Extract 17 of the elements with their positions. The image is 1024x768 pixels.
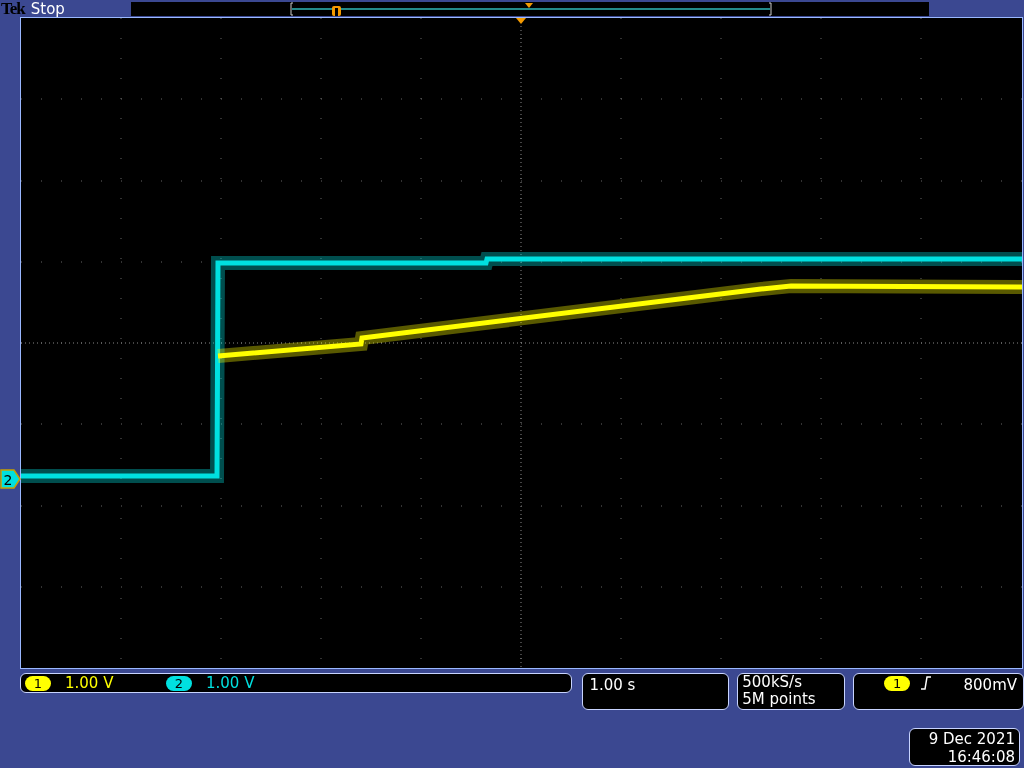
record-length: 5M points bbox=[742, 691, 817, 708]
sample-rate: 500kS/s bbox=[742, 674, 803, 691]
channel-scale: 1.00 V bbox=[206, 674, 255, 692]
channel-ground-marker: 2 bbox=[0, 469, 22, 489]
trigger-level: 800mV bbox=[963, 676, 1017, 694]
expansion-point-icon bbox=[524, 2, 533, 8]
rising-edge-icon bbox=[920, 676, 933, 690]
acquisition-status: Stop bbox=[30, 0, 66, 17]
channel-badge[interactable]: 1 bbox=[25, 675, 51, 691]
date: 9 Dec 2021 bbox=[927, 730, 1015, 748]
time: 16:46:08 bbox=[946, 748, 1015, 766]
trigger-source-badge[interactable]: 1 bbox=[884, 676, 911, 691]
timebase-readout: 1.00 s bbox=[582, 673, 730, 710]
brand-logo: Tek bbox=[1, 0, 25, 17]
channel-badge[interactable]: 2 bbox=[166, 675, 192, 691]
trigger-position-marker-icon bbox=[516, 18, 526, 24]
channel-scale: 1.00 V bbox=[65, 674, 114, 692]
